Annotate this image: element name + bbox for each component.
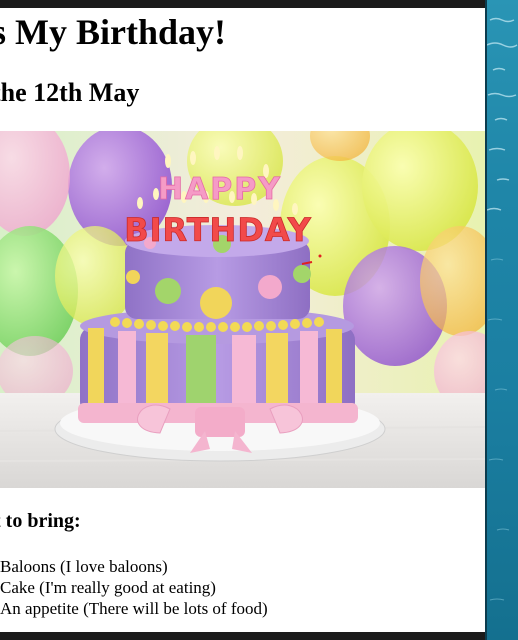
- window-top-edge: [0, 0, 518, 8]
- page-title: s My Birthday!: [0, 12, 226, 52]
- bring-list: Baloons (I love baloons) Cake (I'm reall…: [0, 556, 268, 619]
- bring-list-heading: t to bring:: [0, 510, 81, 532]
- candle-text-birthday: BIRTHDAY: [124, 211, 312, 249]
- list-item: Cake (I'm really good at eating): [0, 578, 216, 597]
- window-edge-divider: [485, 0, 487, 640]
- list-item: Baloons (I love baloons): [0, 557, 168, 576]
- desktop-wallpaper-strip: [485, 0, 518, 640]
- list-item: An appetite (There will be lots of food): [0, 599, 268, 618]
- window-bottom-edge: [0, 632, 485, 640]
- page-date-heading: the 12th May: [0, 78, 140, 107]
- web-page: s My Birthday! the 12th May HAPPY BIRTHD…: [0, 8, 485, 632]
- birthday-cake-image: HAPPY BIRTHDAY: [0, 131, 485, 488]
- candle-text-happy: HAPPY: [158, 172, 282, 207]
